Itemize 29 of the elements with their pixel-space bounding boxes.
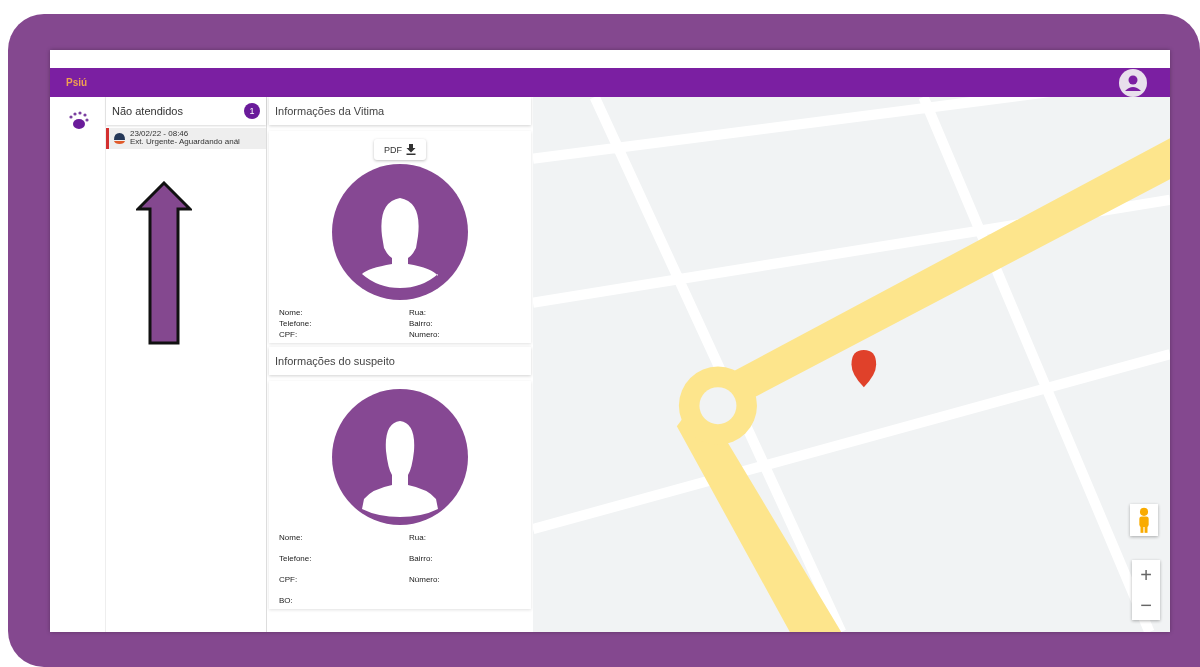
alert-list-item[interactable]: 23/02/22 - 08:46 Ext. Urgente- Aguardando anál <box>106 128 266 149</box>
alert-date: 23/02/22 - 08:46 <box>130 130 190 139</box>
field-label: CPF: <box>279 330 299 339</box>
alert-status: Ext. Urgente- Aguardando anál <box>130 138 240 147</box>
field-label: Número: <box>409 575 441 584</box>
field-label: Telefone: <box>279 554 313 563</box>
helmet-icon <box>113 131 126 145</box>
list-title: Não atendidos <box>112 105 183 117</box>
user-avatar-icon[interactable] <box>1118 67 1148 98</box>
count-badge: 1 <box>244 103 260 119</box>
field-label: Rua: <box>409 533 427 542</box>
field-label: Numero: <box>409 330 441 339</box>
zoom-out-button[interactable]: − <box>1132 590 1160 620</box>
field-label: BO: <box>279 596 294 605</box>
male-avatar-icon <box>332 389 468 525</box>
section-title: Informações do suspeito <box>269 347 531 375</box>
field-label: Nome: <box>279 533 304 542</box>
app-logo: Psiú <box>66 77 88 88</box>
female-avatar-icon <box>332 164 468 300</box>
download-icon <box>406 144 416 155</box>
field-label: Bairro: <box>409 554 434 563</box>
field-label: CPF: <box>279 575 299 584</box>
field-label: Telefone: <box>279 319 313 328</box>
pdf-button[interactable]: PDF <box>374 139 426 160</box>
field-label: Nome: <box>279 308 304 317</box>
section-title: Informações da Vitima <box>269 97 531 125</box>
field-label: Rua: <box>409 308 427 317</box>
zoom-in-button[interactable]: + <box>1132 560 1160 590</box>
field-label: Bairro: <box>409 319 434 328</box>
